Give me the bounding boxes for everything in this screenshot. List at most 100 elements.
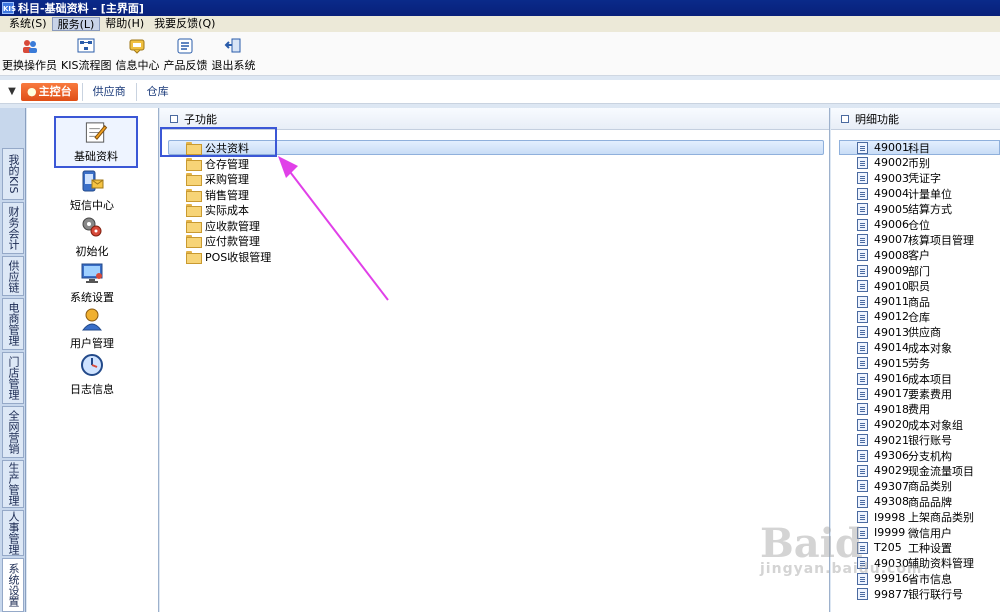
sub-item-actual-cost[interactable]: 实际成本 [186, 202, 249, 217]
sub-item-purchase[interactable]: 采购管理 [186, 171, 249, 186]
tab-main-console[interactable]: ● 主控台 [21, 82, 78, 101]
detail-item-name: 科目 [908, 141, 930, 155]
func-sms-center[interactable]: 短信中心 [47, 168, 137, 213]
detail-item-name: 要素费用 [908, 387, 952, 401]
document-icon [857, 280, 868, 293]
detail-item[interactable]: 49013 供应商 [857, 325, 941, 340]
folder-icon [186, 235, 202, 248]
system-settings-icon [81, 263, 103, 283]
nav-system-settings[interactable]: 系统设置 [2, 558, 24, 612]
detail-item[interactable]: 49308 商品品牌 [857, 494, 952, 509]
detail-item[interactable]: 49007 核算项目管理 [857, 232, 974, 247]
exit-system-label: 退出系统 [211, 59, 256, 72]
nav-production[interactable]: 生产管理 [2, 460, 24, 508]
detail-item-code: 49014 [874, 341, 909, 355]
tab-main-label: 主控台 [38, 84, 72, 98]
detail-item-code: 49002 [874, 156, 909, 170]
detail-item[interactable]: 49003 凭证字 [857, 171, 941, 186]
sub-item-label: 采购管理 [205, 172, 249, 186]
document-icon [857, 449, 868, 462]
detail-item[interactable]: 49016 成本项目 [857, 371, 952, 386]
detail-item[interactable]: 49014 成本对象 [857, 340, 952, 355]
folder-icon [186, 251, 202, 264]
sub-item-receivables[interactable]: 应收款管理 [186, 218, 260, 233]
tab-warehouse[interactable]: 仓库 [135, 82, 179, 101]
menu-feedback[interactable]: 我要反馈(Q) [149, 17, 220, 31]
detail-item[interactable]: 49012 仓库 [857, 309, 930, 324]
detail-item[interactable]: 49002 币别 [857, 155, 930, 170]
sub-item-payables[interactable]: 应付款管理 [186, 233, 260, 248]
detail-item[interactable]: 49307 商品类别 [857, 479, 952, 494]
detail-item-code: 49308 [874, 495, 909, 509]
annotation-highlight-box [160, 127, 277, 157]
func-base-data[interactable]: 基础资料 [54, 116, 138, 168]
detail-item-name: 成本项目 [908, 372, 952, 386]
switch-user-button[interactable]: 更换操作员 [2, 37, 57, 73]
document-icon [857, 357, 868, 370]
detail-item[interactable]: 49021 银行账号 [857, 433, 952, 448]
detail-item[interactable]: 49006 仓位 [857, 217, 930, 232]
func-log-info-label: 日志信息 [70, 383, 114, 396]
document-icon [857, 172, 868, 185]
func-user-management-label: 用户管理 [70, 337, 114, 350]
detail-item[interactable]: 49004 计量单位 [857, 186, 952, 201]
detail-item[interactable]: 49011 商品 [857, 294, 930, 309]
detail-item-code: 49008 [874, 248, 909, 262]
document-icon [857, 326, 868, 339]
flowchart-button[interactable]: KIS流程图 [61, 37, 111, 73]
nav-finance[interactable]: 财务会计 [2, 202, 24, 254]
func-log-info[interactable]: 日志信息 [47, 352, 137, 397]
nav-ecommerce[interactable]: 电商管理 [2, 298, 24, 350]
folder-icon [186, 173, 202, 186]
detail-item[interactable]: 49005 结算方式 [857, 202, 952, 217]
feedback-icon [177, 38, 193, 54]
left-nav: 我的KIS 财务会计 供应链 电商管理 门店管理 全网营销 生产管理 人事管理 … [0, 108, 26, 612]
detail-item[interactable]: 49001 科目 [857, 140, 930, 155]
document-icon [857, 434, 868, 447]
tab-supplier[interactable]: 供应商 [81, 82, 136, 101]
detail-item-code: 49307 [874, 479, 909, 493]
detail-item[interactable]: 49017 要素费用 [857, 386, 952, 401]
menu-help[interactable]: 帮助(H) [100, 17, 149, 31]
nav-hr[interactable]: 人事管理 [2, 510, 24, 556]
detail-item[interactable]: 49009 部门 [857, 263, 930, 278]
panel-square-icon [841, 114, 849, 123]
detail-item-name: 结算方式 [908, 203, 952, 217]
nav-store[interactable]: 门店管理 [2, 352, 24, 404]
detail-item-code: 49011 [874, 295, 909, 308]
detail-item-name: 成本对象 [908, 341, 952, 355]
detail-function-title: 明细功能 [855, 112, 899, 126]
func-initialize[interactable]: 初始化 [47, 214, 137, 259]
exit-system-button[interactable]: 退出系统 [211, 37, 255, 73]
product-feedback-button[interactable]: 产品反馈 [163, 37, 207, 73]
detail-item-code: 49020 [874, 418, 909, 432]
detail-item-name: 供应商 [908, 326, 941, 340]
detail-item-code: 49012 [874, 310, 909, 324]
document-icon [857, 495, 868, 508]
menu-service[interactable]: 服务(L) [51, 17, 101, 31]
detail-item[interactable]: 49306 分支机构 [857, 448, 952, 463]
detail-item[interactable]: 49020 成本对象组 [857, 417, 963, 432]
document-icon [857, 372, 868, 385]
sub-item-pos[interactable]: POS收银管理 [186, 249, 271, 264]
document-icon [857, 418, 868, 431]
sub-item-inventory[interactable]: 仓存管理 [186, 156, 249, 171]
sub-item-sales[interactable]: 销售管理 [186, 187, 249, 202]
nav-marketing[interactable]: 全网营销 [2, 406, 24, 458]
folder-icon [186, 158, 202, 171]
tab-dropdown-icon[interactable]: ▼ [3, 83, 21, 101]
menu-system[interactable]: 系统(S) [4, 17, 52, 31]
detail-item-code: 49004 [874, 187, 909, 201]
detail-item[interactable]: 49029 现金流量项目 [857, 463, 974, 478]
detail-item-name: 现金流量项目 [908, 464, 974, 478]
detail-item[interactable]: 49018 费用 [857, 402, 930, 417]
nav-supply-chain[interactable]: 供应链 [2, 256, 24, 296]
func-system-settings[interactable]: 系统设置 [47, 260, 137, 305]
func-user-management[interactable]: 用户管理 [47, 306, 137, 351]
detail-item[interactable]: 49015 劳务 [857, 356, 930, 371]
info-center-button[interactable]: 信息中心 [115, 37, 159, 73]
detail-item[interactable]: 49010 职员 [857, 279, 930, 294]
panel-square-icon [170, 114, 178, 123]
detail-item[interactable]: 49008 客户 [857, 248, 930, 263]
nav-my-kis[interactable]: 我的KIS [2, 148, 24, 200]
